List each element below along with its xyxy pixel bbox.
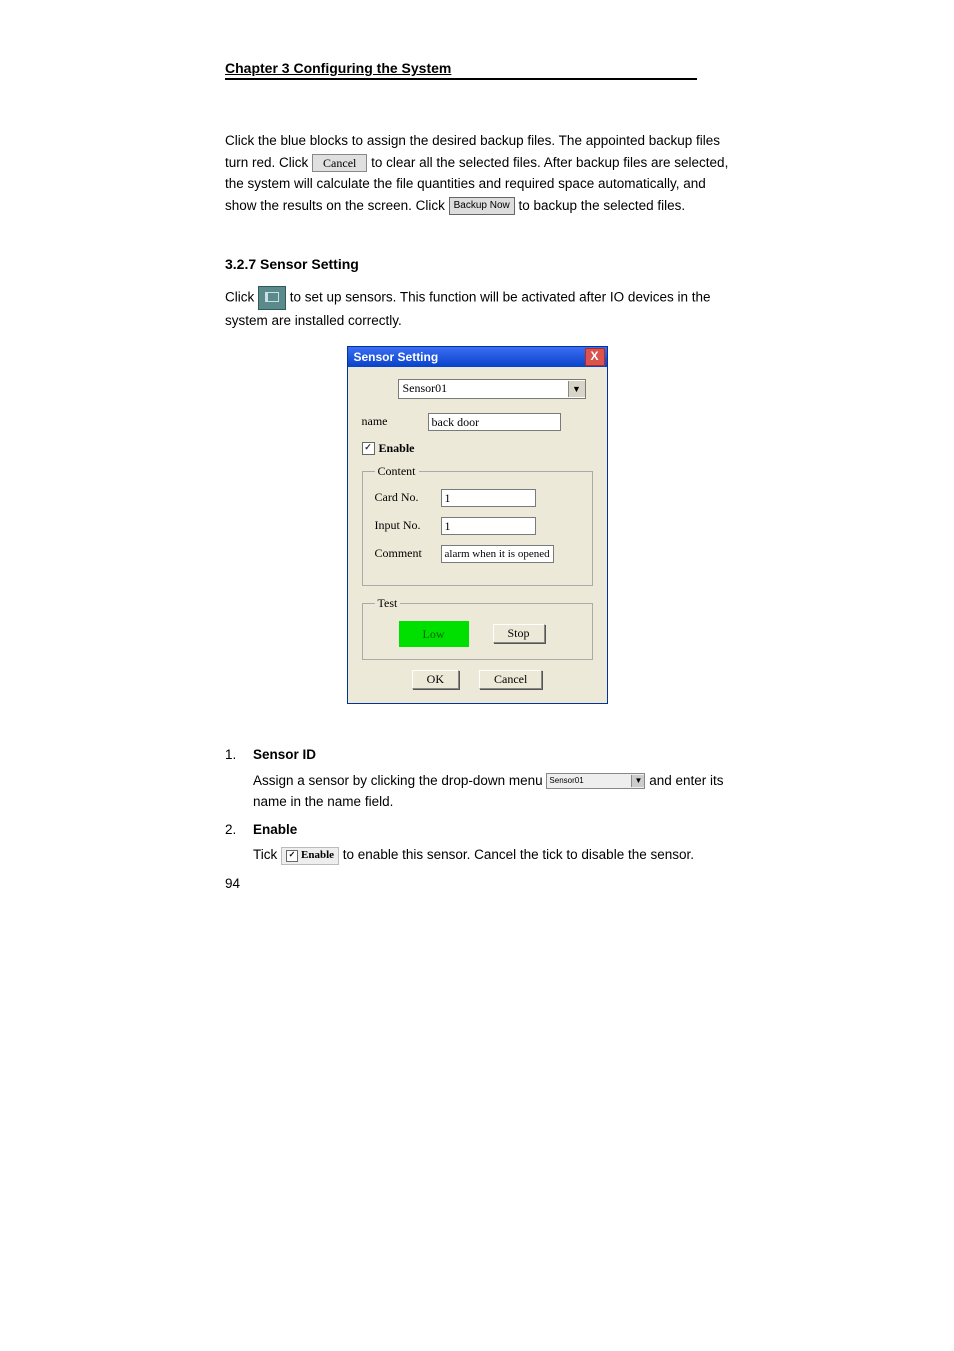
text: Assign a sensor by clicking the drop-dow… bbox=[253, 773, 543, 788]
cardno-label: Card No. bbox=[375, 490, 441, 505]
chip-label: Enable bbox=[301, 847, 334, 865]
list-number: 2. bbox=[225, 819, 253, 866]
test-status-low: Low bbox=[399, 621, 469, 647]
name-input[interactable]: back door bbox=[428, 413, 561, 431]
text: to set up sensors. This function will be… bbox=[225, 290, 710, 328]
cancel-button[interactable]: Cancel bbox=[479, 670, 542, 689]
name-label: name bbox=[362, 414, 428, 429]
section-heading: 3.2.7 Sensor Setting bbox=[225, 256, 729, 272]
sensor-icon bbox=[258, 286, 286, 310]
chevron-down-icon[interactable]: ▼ bbox=[568, 381, 585, 397]
text: Tick bbox=[253, 847, 281, 862]
dialog-titlebar: Sensor Setting X bbox=[348, 347, 607, 367]
list-item: 1. Sensor ID Assign a sensor by clicking… bbox=[225, 744, 729, 813]
section-paragraph: Click to set up sensors. This function w… bbox=[225, 286, 729, 332]
inline-enable-chip: ✓ Enable bbox=[281, 847, 339, 865]
intro-paragraph: Click the blue blocks to assign the desi… bbox=[225, 130, 729, 216]
text: to backup the selected files. bbox=[519, 198, 686, 213]
cardno-input[interactable]: 1 bbox=[441, 489, 536, 507]
sensor-setting-dialog: Sensor Setting X Sensor01 ▼ name back do… bbox=[347, 346, 608, 704]
chevron-down-icon: ▼ bbox=[631, 775, 644, 788]
close-icon[interactable]: X bbox=[585, 348, 605, 366]
text: Click bbox=[225, 290, 258, 305]
inputno-label: Input No. bbox=[375, 518, 441, 533]
inline-dropdown-sample: Sensor01 ▼ bbox=[546, 773, 645, 789]
test-group: Test Low Stop bbox=[362, 596, 593, 660]
enable-checkbox-row[interactable]: ✓ Enable bbox=[362, 441, 593, 456]
text: to enable this sensor. Cancel the tick t… bbox=[343, 847, 694, 862]
inputno-input[interactable]: 1 bbox=[441, 517, 536, 535]
enable-checkbox[interactable]: ✓ bbox=[362, 442, 375, 455]
page-number: 94 bbox=[225, 876, 240, 891]
dialog-title: Sensor Setting bbox=[354, 350, 439, 364]
comment-input[interactable]: alarm when it is opened bbox=[441, 545, 554, 563]
sensor-select-value: Sensor01 bbox=[399, 381, 568, 396]
sensor-select[interactable]: Sensor01 ▼ bbox=[398, 379, 586, 399]
ok-button[interactable]: OK bbox=[412, 670, 459, 689]
cancel-button-inline: Cancel bbox=[312, 154, 367, 172]
list-number: 1. bbox=[225, 744, 253, 813]
enable-label: Enable bbox=[379, 441, 415, 456]
chapter-header: Chapter 3 Configuring the System bbox=[225, 60, 697, 80]
comment-label: Comment bbox=[375, 546, 441, 561]
list-item: 2. Enable Tick ✓ Enable to enable this s… bbox=[225, 819, 729, 866]
content-legend: Content bbox=[375, 464, 419, 479]
test-legend: Test bbox=[375, 596, 401, 611]
inline-dropdown-value: Sensor01 bbox=[547, 775, 631, 788]
list-title-sensor-id: Sensor ID bbox=[253, 744, 729, 766]
list-title-enable: Enable bbox=[253, 819, 729, 841]
backup-now-button-inline: Backup Now bbox=[449, 197, 515, 215]
checkbox-icon: ✓ bbox=[286, 850, 298, 862]
content-group: Content Card No. 1 Input No. 1 Comment a… bbox=[362, 464, 593, 586]
stop-button[interactable]: Stop bbox=[493, 624, 545, 643]
